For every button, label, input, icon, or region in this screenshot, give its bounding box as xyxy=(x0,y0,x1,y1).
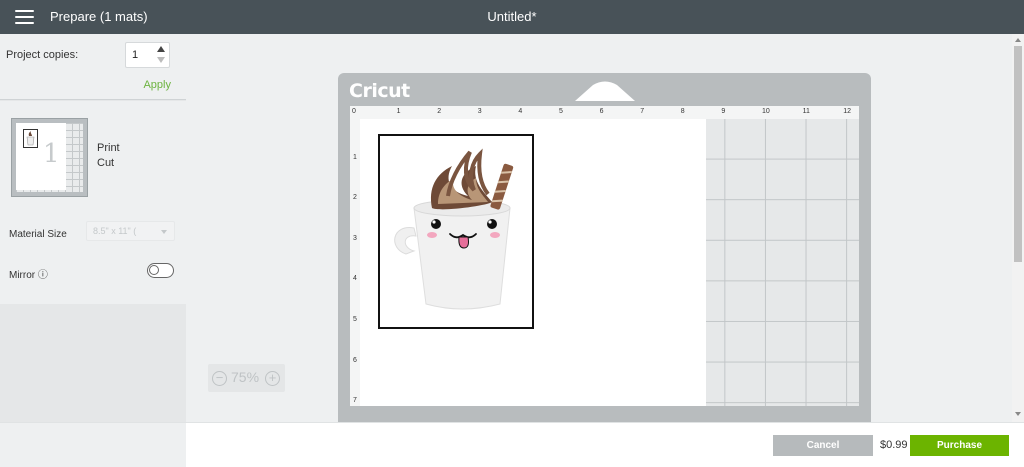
ruler-top-label: 1 xyxy=(396,108,401,115)
document-title: Untitled* xyxy=(487,9,537,24)
mat-cut-label: Cut xyxy=(97,157,115,169)
ruler-top-label: 2 xyxy=(437,108,442,115)
mirror-label: Mirror ⓘ xyxy=(9,270,48,281)
bottom-left-panel xyxy=(0,423,186,467)
chevron-down-icon xyxy=(161,230,167,234)
project-copies-value: 1 xyxy=(132,49,139,61)
apply-button[interactable]: Apply xyxy=(143,79,171,91)
mat-thumbnail-sheet: 1 xyxy=(16,123,66,190)
prepare-title: Prepare (1 mats) xyxy=(50,9,148,24)
ruler-left-label: 3 xyxy=(353,234,357,242)
ruler-top-label: 11 xyxy=(802,108,810,115)
ruler-top-label: 4 xyxy=(518,108,523,115)
ruler-left-label: 7 xyxy=(353,397,357,405)
zoom-level: 75% xyxy=(231,369,260,385)
purchase-button[interactable]: Purchase xyxy=(910,435,1009,456)
project-copies-label: Project copies: xyxy=(6,49,79,61)
mug-image xyxy=(394,148,514,310)
price-label: $0.99 xyxy=(880,439,908,451)
cricut-logo: Cricut xyxy=(349,80,410,102)
ruler-left-label: 4 xyxy=(353,275,357,283)
ruler-top-label: 7 xyxy=(640,108,645,115)
toggle-knob xyxy=(149,265,159,275)
mat-number: 1 xyxy=(43,139,60,169)
bottom-bar: Cancel $0.99 Purchase xyxy=(0,422,1024,467)
zoom-control: − 75% + xyxy=(208,364,285,392)
ruler-top-label: 12 xyxy=(843,108,851,115)
cancel-button[interactable]: Cancel xyxy=(773,435,873,456)
mat-print-label: Print xyxy=(97,142,120,154)
increment-arrow-icon[interactable] xyxy=(157,46,165,52)
material-size-value: 8.5" x 11" ( xyxy=(93,226,137,236)
scroll-up-icon[interactable] xyxy=(1015,38,1021,42)
mug-design[interactable] xyxy=(378,134,534,329)
vertical-scrollbar[interactable] xyxy=(1012,34,1024,422)
mat-thumbnail-design xyxy=(23,129,38,148)
ruler-left-label: 1 xyxy=(353,153,357,161)
scroll-thumb[interactable] xyxy=(1014,46,1022,262)
ruler-top-label: 5 xyxy=(559,108,563,115)
ruler-top-label: 9 xyxy=(721,108,726,115)
ruler-left-label: 6 xyxy=(353,356,357,364)
mat-thumbnail[interactable]: 1 xyxy=(11,118,88,197)
mat-list-panel: 1 Print Cut Material Size 8.5" x 11" ( M… xyxy=(0,101,186,304)
ruler-left-label: 2 xyxy=(353,194,357,202)
ruler-top xyxy=(350,106,859,119)
ruler-left-label: 5 xyxy=(353,316,357,323)
ruler-top-label: 3 xyxy=(477,108,482,115)
scroll-down-icon[interactable] xyxy=(1015,412,1021,416)
material-size-select[interactable]: 8.5" x 11" ( xyxy=(86,221,175,241)
material-size-label: Material Size xyxy=(9,229,67,240)
project-copies-input[interactable]: 1 xyxy=(125,42,170,68)
zoom-in-icon[interactable]: + xyxy=(265,371,280,386)
hamburger-icon[interactable] xyxy=(15,10,34,24)
ruler-top-label: 10 xyxy=(762,108,770,115)
decrement-arrow-icon[interactable] xyxy=(157,57,165,63)
zoom-out-icon[interactable]: − xyxy=(212,371,227,386)
ruler-top-label: 0 xyxy=(352,108,356,115)
sidebar: Project copies: 1 Apply 1 Print Cut Mate… xyxy=(0,34,186,422)
ruler-top-label: 6 xyxy=(599,108,604,115)
top-bar: Prepare (1 mats) Untitled* xyxy=(0,0,1024,34)
mirror-toggle[interactable] xyxy=(147,263,174,278)
project-copies-section: Project copies: 1 Apply xyxy=(0,34,186,100)
cutting-mat: Cricut 0 1 2 3 4 5 6 7 8 9 10 11 12 1 2 … xyxy=(338,73,871,433)
ruler-top-label: 8 xyxy=(680,108,685,115)
mat-tab-icon xyxy=(575,81,635,101)
